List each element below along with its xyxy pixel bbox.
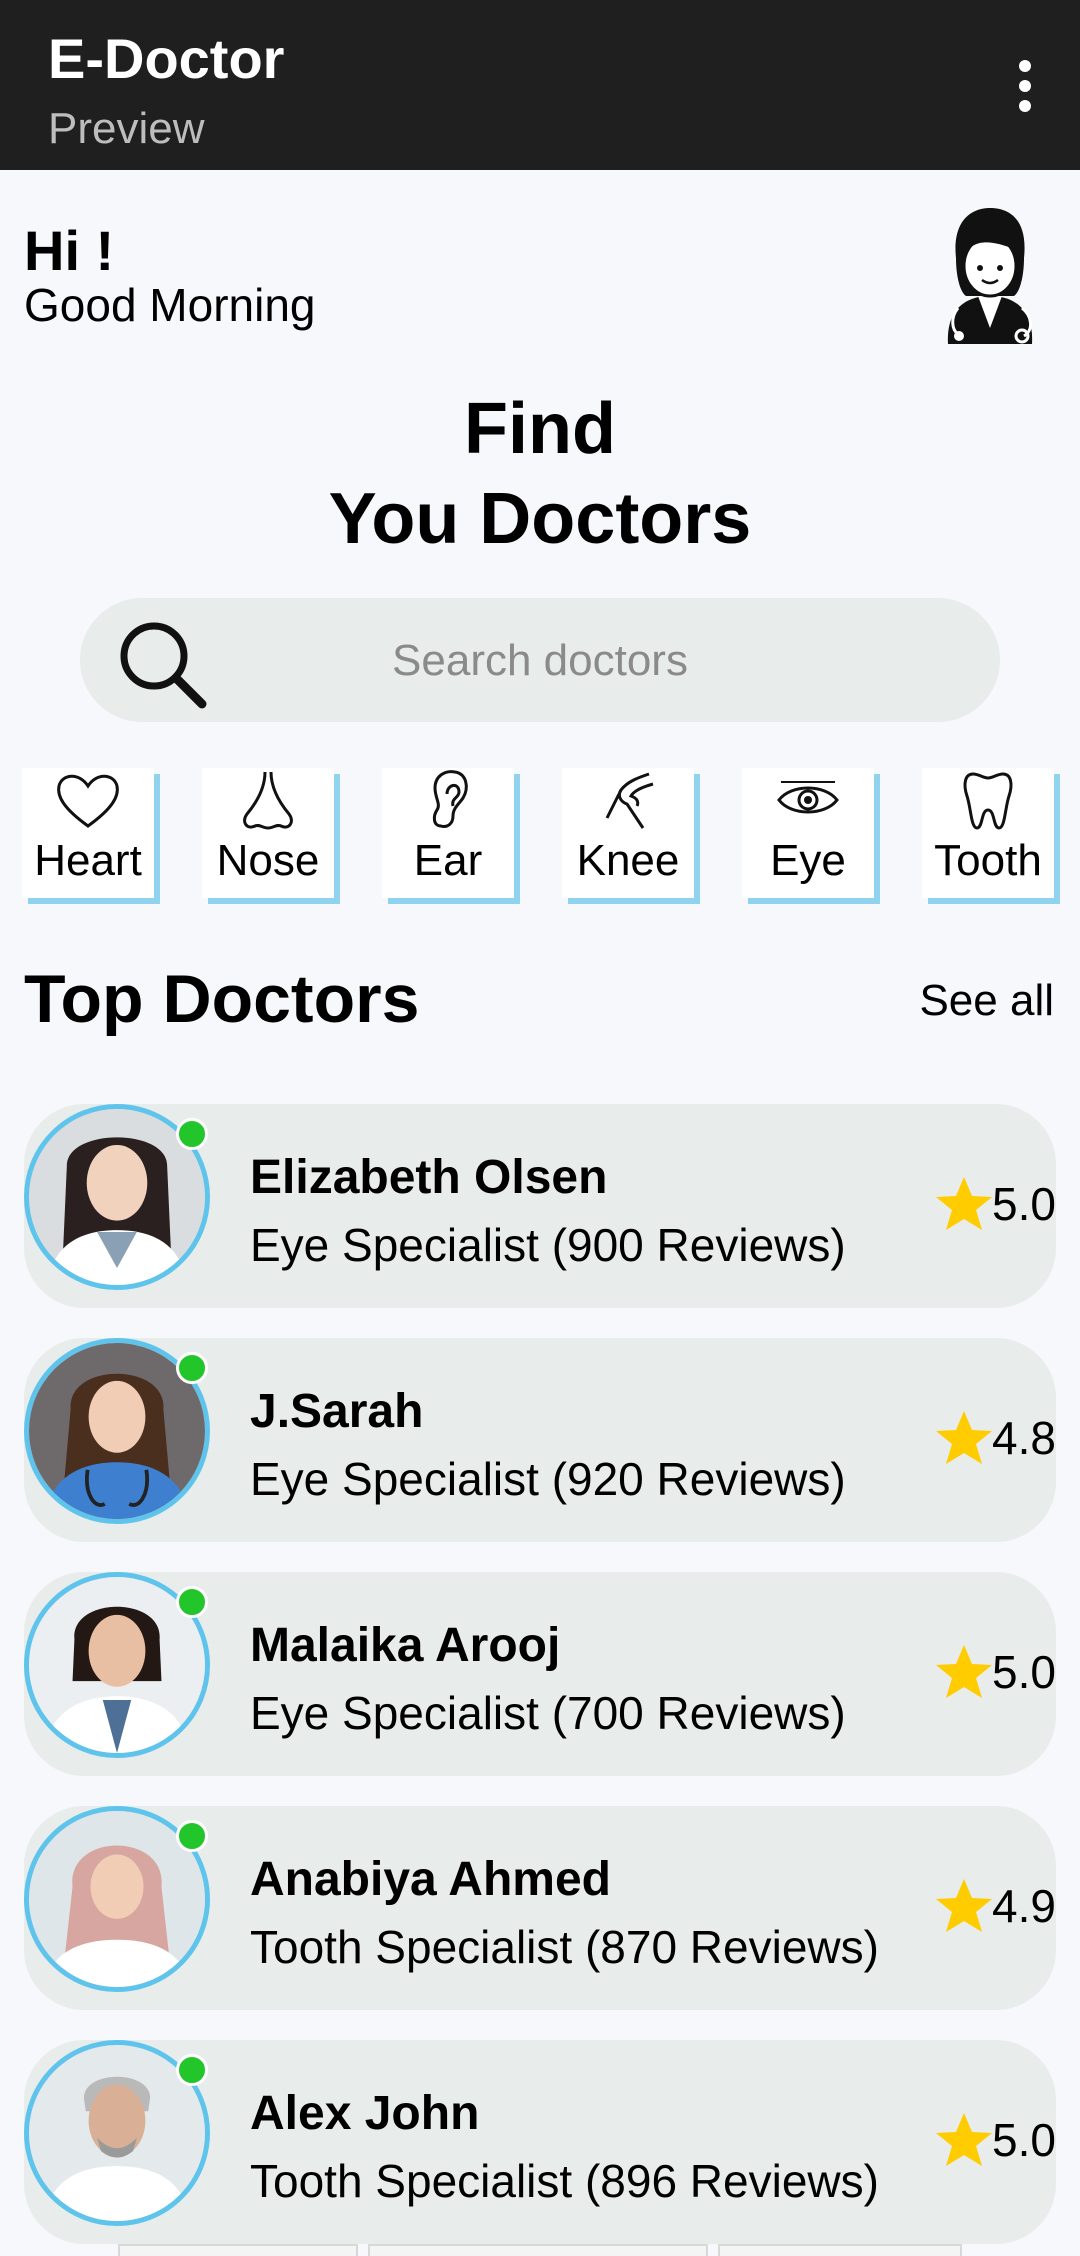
doctor-card[interactable]: Anabiya Ahmed Tooth Specialist (870 Revi…: [24, 1806, 1056, 2010]
doctor-specialty: Eye Specialist (900 Reviews): [250, 1219, 846, 1271]
online-status-indicator: [176, 1820, 208, 1852]
doctor-card[interactable]: Alex John Tooth Specialist (896 Reviews)…: [24, 2040, 1056, 2244]
online-status-indicator: [176, 1352, 208, 1384]
doctor-specialty: Eye Specialist (700 Reviews): [250, 1687, 846, 1739]
rating-value: 4.8: [992, 1412, 1056, 1464]
online-status-indicator: [176, 1586, 208, 1618]
app-bar: E-Doctor Preview: [0, 0, 1080, 170]
rating-value: 5.0: [992, 2114, 1056, 2166]
greeting-subtitle: Good Morning: [24, 279, 316, 331]
doctor-specialty: Eye Specialist (920 Reviews): [250, 1453, 846, 1505]
category-tooth[interactable]: Tooth: [922, 768, 1054, 898]
rating-value: 4.9: [992, 1880, 1056, 1932]
category-ear[interactable]: Ear: [382, 768, 514, 898]
category-nose[interactable]: Nose: [202, 768, 334, 898]
rating: 5.0: [934, 1174, 1056, 1234]
greeting-title: Hi !: [24, 219, 115, 282]
heart-icon: [57, 774, 119, 828]
online-status-indicator: [176, 1118, 208, 1150]
hero-title-line2: You Doctors: [328, 479, 752, 559]
app-subtitle: Preview: [48, 104, 205, 153]
doctor-specialty: Tooth Specialist (870 Reviews): [250, 1921, 879, 1973]
rating: 5.0: [934, 1642, 1056, 1702]
knee-icon: [605, 772, 654, 829]
doctor-card[interactable]: Malaika Arooj Eye Specialist (700 Review…: [24, 1572, 1056, 1776]
category-label: Tooth: [934, 836, 1042, 885]
doctor-card[interactable]: Elizabeth Olsen Eye Specialist (900 Revi…: [24, 1104, 1056, 1308]
doctor-name: Malaika Arooj: [250, 1619, 561, 1672]
rating: 5.0: [934, 2110, 1056, 2170]
doctor-name: Anabiya Ahmed: [250, 1853, 611, 1906]
overflow-menu-icon[interactable]: [1010, 60, 1040, 112]
category-label: Knee: [576, 836, 680, 885]
category-heart[interactable]: Heart: [22, 768, 154, 898]
online-status-indicator: [176, 2054, 208, 2086]
nose-icon: [243, 771, 293, 830]
rating-value: 5.0: [992, 1178, 1056, 1230]
doctor-card[interactable]: J.Sarah Eye Specialist (920 Reviews) 4.8: [24, 1338, 1056, 1542]
tooth-icon: [963, 772, 1013, 830]
bottom-nav-edge: [118, 2244, 962, 2256]
star-icon: [936, 1177, 993, 1230]
category-label: Ear: [413, 836, 483, 885]
category-list: Heart Nose Ear Knee Eye Tooth: [22, 768, 1080, 908]
category-label: Heart: [34, 836, 142, 885]
rating: 4.9: [934, 1876, 1056, 1936]
section-title: Top Doctors: [24, 961, 420, 1037]
doctor-name: J.Sarah: [250, 1385, 424, 1438]
star-icon: [936, 1645, 993, 1698]
eye-icon: [777, 781, 839, 814]
rating-value: 5.0: [992, 1646, 1056, 1698]
doctor-name: Alex John: [250, 2087, 480, 2140]
category-eye[interactable]: Eye: [742, 768, 874, 898]
star-icon: [936, 1879, 993, 1932]
doctor-name: Elizabeth Olsen: [250, 1151, 608, 1204]
doctor-specialty: Tooth Specialist (896 Reviews): [250, 2155, 879, 2207]
doctor-avatar-icon[interactable]: [928, 204, 1052, 346]
rating: 4.8: [934, 1408, 1056, 1468]
category-label: Nose: [216, 836, 320, 885]
star-icon: [936, 2113, 993, 2166]
see-all-link[interactable]: See all: [919, 976, 1054, 1026]
app-title: E-Doctor: [48, 27, 285, 90]
search-bar[interactable]: Search doctors: [80, 598, 1000, 722]
star-icon: [936, 1411, 993, 1464]
category-label: Eye: [770, 836, 846, 885]
category-knee[interactable]: Knee: [562, 768, 694, 898]
hero-title-line1: Find: [464, 389, 616, 469]
search-input[interactable]: Search doctors: [80, 636, 1000, 686]
ear-icon: [432, 770, 468, 828]
